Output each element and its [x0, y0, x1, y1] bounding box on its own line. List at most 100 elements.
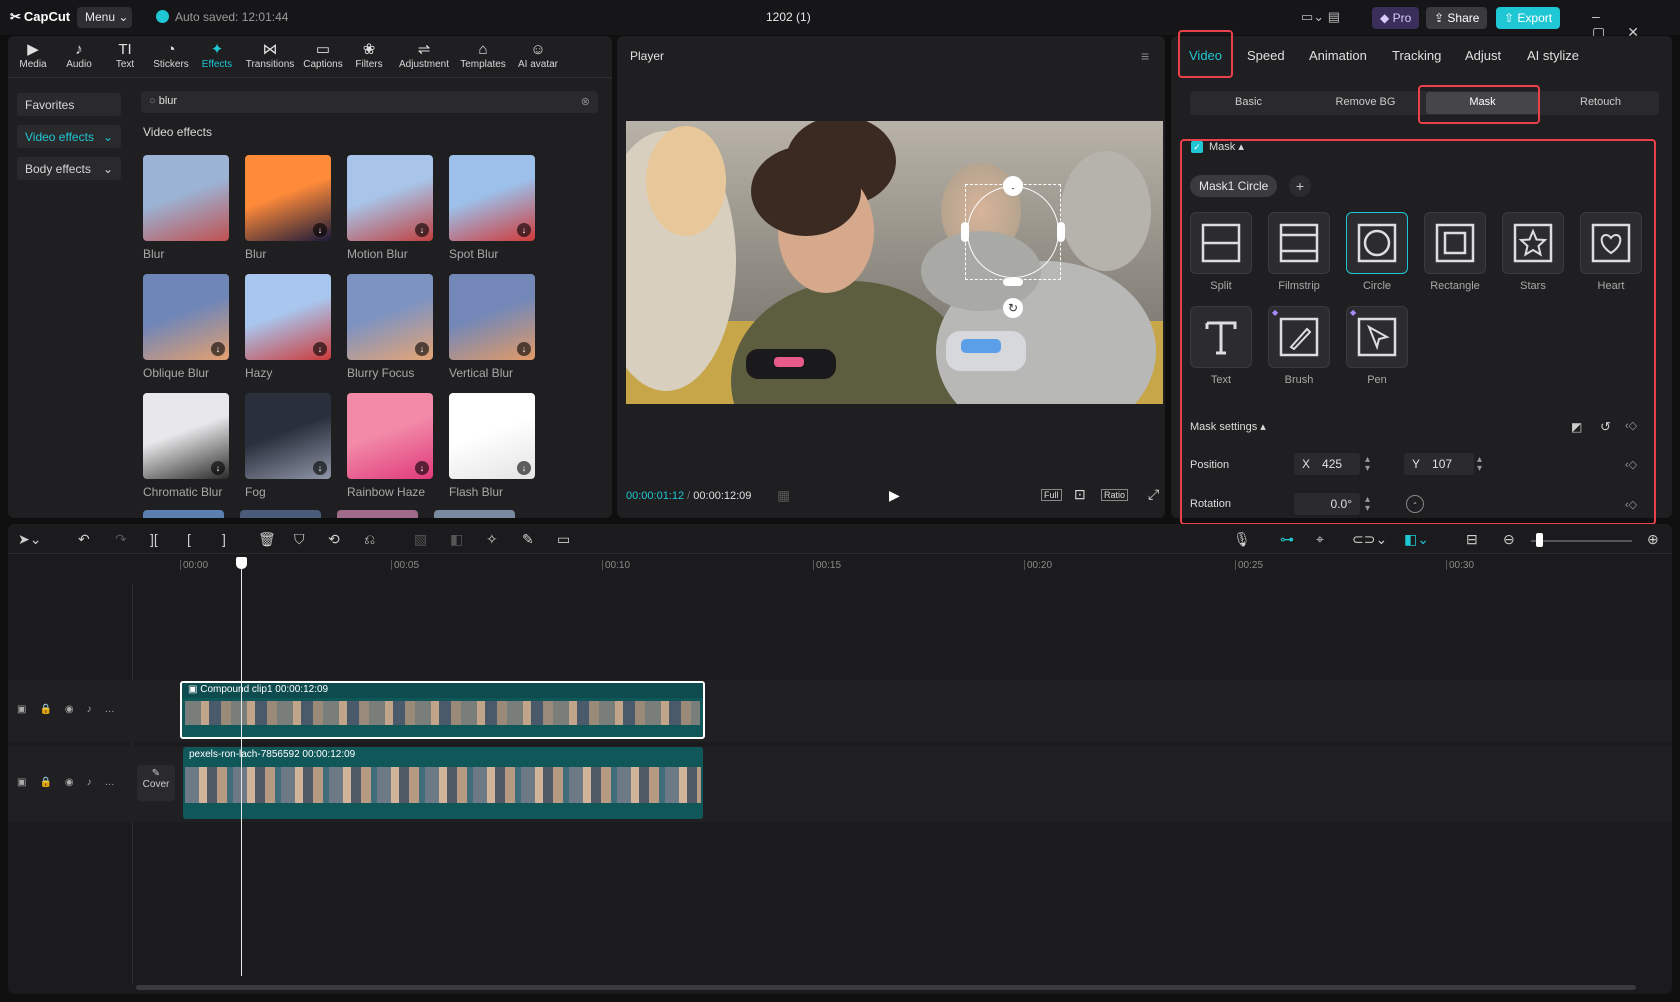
speed-curve-icon[interactable]: ⎌: [364, 531, 375, 548]
mask-chip[interactable]: Mask1 Circle: [1190, 175, 1278, 197]
split-icon[interactable]: ][: [150, 531, 158, 547]
track-controls-compound[interactable]: ▣🔒◉♪…: [17, 704, 128, 715]
toolbar-filters[interactable]: ❀ Filters: [346, 41, 392, 70]
add-mask-icon[interactable]: +: [1289, 175, 1311, 197]
subtab-basic[interactable]: Basic: [1190, 96, 1307, 108]
sidebar-body-effects[interactable]: Body effects ⌄: [17, 157, 121, 180]
effect-item[interactable]: ↓ Blur: [245, 155, 331, 261]
download-icon[interactable]: ↓: [415, 342, 429, 356]
full-button[interactable]: Full: [1041, 489, 1062, 501]
main-video-clip[interactable]: pexels-ron-lach-7856592 00:00:12:09: [183, 747, 703, 819]
subtab-retouch[interactable]: Retouch: [1542, 96, 1659, 108]
mask-checkbox[interactable]: ✓: [1191, 141, 1203, 153]
subtab-remove-bg[interactable]: Remove BG: [1307, 96, 1424, 108]
rotation-keyframe-icon[interactable]: ‹◇: [1625, 498, 1637, 511]
effect-item[interactable]: ↓ Blurry Focus: [347, 274, 433, 380]
cover-button[interactable]: ✎ Cover: [137, 765, 175, 801]
toolbar-captions[interactable]: ▭ Captions: [300, 41, 346, 70]
bottom-handle[interactable]: [1003, 278, 1023, 286]
horizontal-scrollbar[interactable]: [136, 985, 1636, 990]
hd-icon[interactable]: ▭: [557, 531, 570, 548]
fit-icon[interactable]: ⊡: [1074, 486, 1086, 503]
rotate-handle-icon[interactable]: ↻: [1003, 298, 1023, 318]
mask-shape-stars[interactable]: Stars: [1502, 212, 1564, 292]
position-x-field[interactable]: X 425: [1294, 453, 1360, 475]
tab-video[interactable]: Video: [1189, 48, 1222, 63]
toolbar-ai-avatar[interactable]: ☺ AI avatar: [510, 41, 566, 70]
mask-shape-heart[interactable]: Heart: [1580, 212, 1642, 292]
right-handle[interactable]: [1057, 222, 1065, 242]
tab-ai-stylize[interactable]: AI stylize: [1527, 48, 1579, 63]
split-right-icon[interactable]: ]: [222, 531, 226, 547]
effect-item[interactable]: ↓ Chromatic Blur: [143, 393, 229, 499]
y-stepper[interactable]: ▴ ▾: [1477, 455, 1482, 474]
export-button[interactable]: ⇧ Export: [1496, 7, 1561, 29]
x-stepper[interactable]: ▴ ▾: [1365, 455, 1370, 474]
track-controls-main[interactable]: ▣🔒◉♪…: [17, 777, 128, 788]
download-icon[interactable]: ↓: [313, 461, 327, 475]
thumbnail-icon[interactable]: ⊟: [1466, 531, 1478, 548]
search-input[interactable]: ○ blur ⊗: [141, 91, 598, 113]
zoom-slider[interactable]: [1531, 540, 1632, 542]
reverse-icon[interactable]: ◧: [450, 531, 463, 548]
mask-shape-brush[interactable]: ◆ Brush: [1268, 306, 1330, 386]
redo-icon[interactable]: ↷: [115, 531, 127, 548]
download-icon[interactable]: ↓: [211, 461, 225, 475]
invert-icon[interactable]: ◩: [1571, 420, 1582, 434]
position-y-field[interactable]: Y 107: [1404, 453, 1474, 475]
menu-button[interactable]: Menu ⌄: [77, 7, 132, 28]
chain-icon[interactable]: ⊂⊃⌄: [1352, 531, 1387, 548]
download-icon[interactable]: ↓: [313, 342, 327, 356]
mask-shape-circle[interactable]: Circle: [1346, 212, 1408, 292]
zoom-out-icon[interactable]: ⊖: [1503, 531, 1515, 548]
mask-shape-filmstrip[interactable]: Filmstrip: [1268, 212, 1330, 292]
effect-item[interactable]: ↓ Hazy: [245, 274, 331, 380]
download-icon[interactable]: ↓: [313, 223, 327, 237]
download-icon[interactable]: ↓: [415, 223, 429, 237]
undo-icon[interactable]: ↶: [78, 531, 90, 548]
pro-button[interactable]: ◆ Pro: [1372, 7, 1420, 29]
download-icon[interactable]: ↓: [415, 461, 429, 475]
video-preview[interactable]: ⇕ ↻: [626, 121, 1163, 404]
effect-item[interactable]: ↓ Rainbow Haze: [347, 393, 433, 499]
left-handle[interactable]: [961, 222, 969, 242]
mask-shape-text[interactable]: Text: [1190, 306, 1252, 386]
share-button[interactable]: ⇪ Share: [1426, 7, 1488, 29]
freeze-icon[interactable]: ▧: [414, 531, 427, 548]
mask-shape-pen[interactable]: ◆ Pen: [1346, 306, 1408, 386]
tab-speed[interactable]: Speed: [1247, 48, 1285, 63]
toolbar-audio[interactable]: ♪ Audio: [56, 41, 102, 70]
rotation-field[interactable]: 0.0°: [1294, 493, 1360, 515]
sidebar-video-effects[interactable]: Video effects ⌄: [17, 125, 121, 148]
mask-shape-split[interactable]: Split: [1190, 212, 1252, 292]
select-tool-icon[interactable]: ➤⌄: [18, 531, 41, 548]
effect-item[interactable]: ↓ Motion Blur: [347, 155, 433, 261]
tab-animation[interactable]: Animation: [1309, 48, 1367, 63]
fullscreen-icon[interactable]: ⤢: [1148, 486, 1159, 503]
toolbar-templates[interactable]: ⌂ Templates: [456, 41, 510, 70]
toolbar-adjustment[interactable]: ⇌ Adjustment: [392, 41, 456, 70]
toolbar-media[interactable]: ▶ Media: [10, 41, 56, 70]
effect-item[interactable]: ↓ Flash Blur: [449, 393, 535, 499]
preview-axis-icon[interactable]: ◧⌄: [1404, 531, 1429, 548]
timeline-thumb-icon[interactable]: ▦: [777, 487, 790, 504]
download-icon[interactable]: ↓: [211, 342, 225, 356]
play-icon[interactable]: ▶: [889, 487, 900, 504]
effect-item[interactable]: ↓ Vertical Blur: [449, 274, 535, 380]
ratio-button[interactable]: Ratio: [1101, 489, 1129, 501]
layout-icon[interactable]: ▭⌄ ▤: [1301, 9, 1340, 25]
microphone-icon[interactable]: 🎙: [1233, 531, 1251, 548]
tab-adjust[interactable]: Adjust: [1465, 48, 1501, 63]
effect-item[interactable]: Blur: [143, 155, 229, 261]
sidebar-favorites[interactable]: Favorites: [17, 93, 121, 116]
compound-clip[interactable]: ▣ Compound clip1 00:00:12:09: [180, 681, 705, 739]
reset-icon[interactable]: ↺: [1600, 419, 1611, 435]
link-icon[interactable]: ⊶: [1280, 531, 1294, 548]
effect-item[interactable]: ↓ Spot Blur: [449, 155, 535, 261]
player-menu-icon[interactable]: ≡: [1141, 48, 1149, 64]
top-handle[interactable]: [1003, 180, 1023, 188]
toolbar-stickers[interactable]: ◔ Stickers: [148, 41, 194, 70]
keyframe-icon[interactable]: ‹◇: [1625, 419, 1637, 432]
clear-icon[interactable]: ⊗: [581, 95, 590, 108]
toolbar-transitions[interactable]: ⋈ Transitions: [240, 41, 300, 70]
